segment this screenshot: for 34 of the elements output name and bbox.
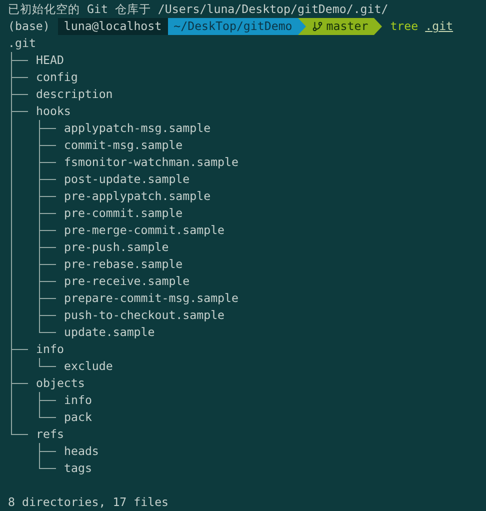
tree-entry: pre-applypatch.sample <box>64 188 211 205</box>
tree-entry: post-update.sample <box>64 171 190 188</box>
tree-entry: description <box>36 86 113 103</box>
tree-entry: commit-msg.sample <box>64 137 183 154</box>
tree-entry: hooks <box>36 103 71 120</box>
terminal-output-line: 已初始化空的 Git 仓库于 /Users/luna/Desktop/gitDemo/.git/ <box>8 1 390 18</box>
tree-entry: prepare-commit-msg.sample <box>64 290 239 307</box>
tree-entry: applypatch-msg.sample <box>64 120 211 137</box>
tree-entry: pack <box>64 409 92 426</box>
tree-root-label: .git <box>8 35 36 52</box>
command-text: tree <box>390 18 418 35</box>
conda-env-label: (base) <box>8 18 50 35</box>
host-segment: luna@localhost <box>58 18 168 35</box>
tree-entry: config <box>36 69 78 86</box>
tree-entry: info <box>36 341 64 358</box>
tree-entry: objects <box>36 375 85 392</box>
tree-entry: pre-receive.sample <box>64 273 190 290</box>
tree-entry: pre-push.sample <box>64 239 169 256</box>
tree-entry: tags <box>64 460 92 477</box>
tree-entry: HEAD <box>36 52 64 69</box>
command-argument: .git <box>425 18 454 35</box>
powerline-arrow-icon <box>374 18 382 35</box>
tree-entry: pre-rebase.sample <box>64 256 183 273</box>
tree-entry: push-to-checkout.sample <box>64 307 225 324</box>
tree-entry: refs <box>36 426 64 443</box>
tree-entry: info <box>64 392 92 409</box>
tree-entry: heads <box>64 443 99 460</box>
tree-entry: pre-commit.sample <box>64 205 183 222</box>
tree-entry: fsmonitor-watchman.sample <box>64 154 239 171</box>
tree-summary: 8 directories, 17 files <box>8 494 170 511</box>
tree-entry: update.sample <box>64 324 155 341</box>
tree-entry: exclude <box>64 358 113 375</box>
tree-entry: pre-merge-commit.sample <box>64 222 225 239</box>
branch-icon <box>312 21 324 32</box>
